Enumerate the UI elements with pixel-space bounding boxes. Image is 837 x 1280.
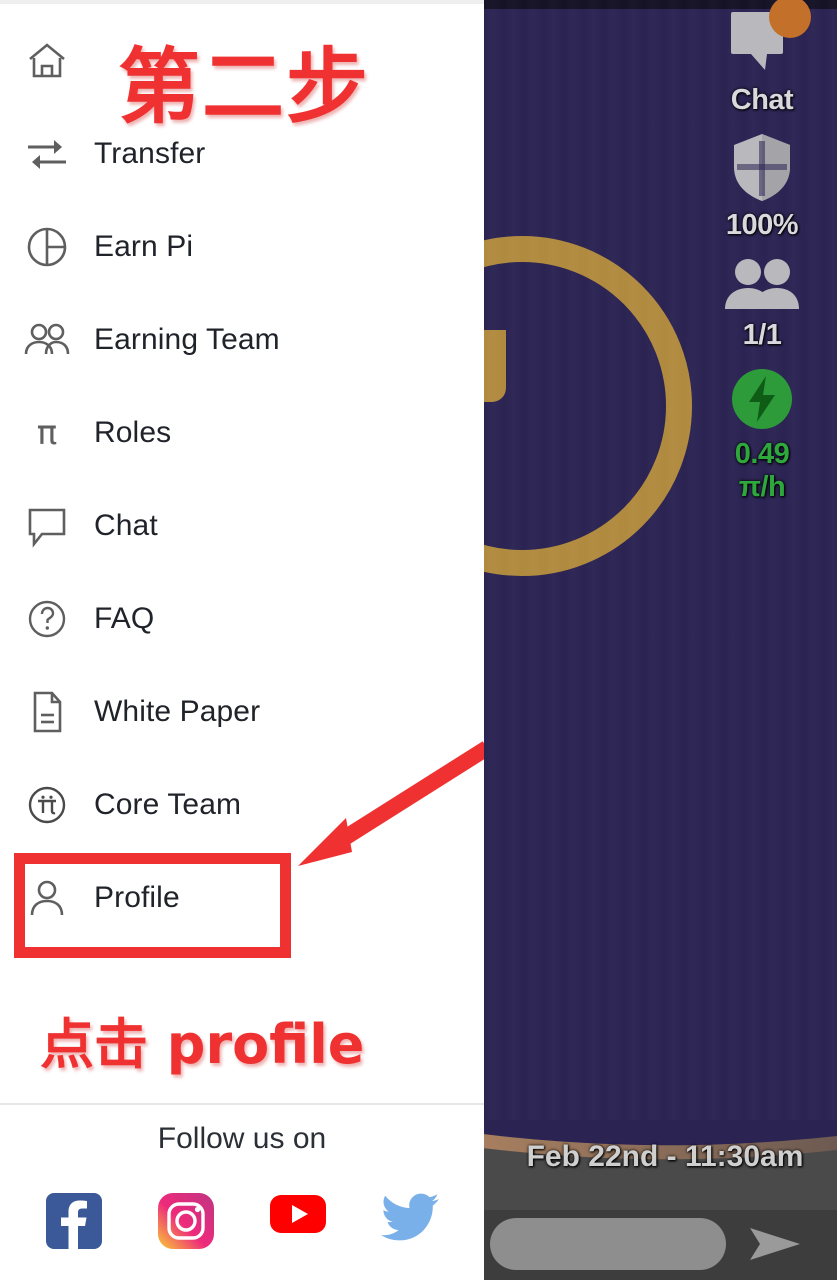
social-links-row: [0, 1192, 484, 1250]
click-profile-annotation: 点击 profile: [40, 1013, 365, 1076]
stat-chat-label: Chat: [730, 84, 794, 116]
step-two-annotation: 第二步: [118, 40, 371, 135]
stat-rate-value: 0.49: [734, 438, 790, 471]
pi-symbol-icon: π: [0, 411, 94, 455]
chat-unread-badge: [769, 0, 811, 38]
transfer-icon: [0, 134, 94, 174]
instagram-icon[interactable]: [157, 1192, 215, 1250]
chat-bubble-icon: [0, 504, 94, 548]
people-icon: [723, 257, 801, 318]
screen-root: Chat 100% 1/1 0.49 π/h Feb 22nd - 11:30a…: [0, 0, 837, 1280]
stat-security[interactable]: 100%: [725, 131, 799, 242]
menu-item-white-paper-label: White Paper: [94, 694, 261, 728]
shield-icon: [728, 131, 796, 208]
menu-item-core-team[interactable]: Core Team: [0, 758, 484, 851]
menu-item-roles[interactable]: π Roles: [0, 386, 484, 479]
stat-rate-unit: π/h: [738, 470, 786, 503]
menu-item-faq-label: FAQ: [94, 601, 155, 635]
stat-team[interactable]: 1/1: [723, 257, 801, 350]
stat-security-label: 100%: [725, 209, 799, 242]
menu-item-white-paper[interactable]: White Paper: [0, 665, 484, 758]
youtube-icon[interactable]: [269, 1192, 327, 1250]
chat-input[interactable]: [490, 1218, 726, 1270]
stats-rail: Chat 100% 1/1 0.49 π/h: [687, 0, 837, 518]
menu-item-earning-team[interactable]: Earning Team: [0, 293, 484, 386]
chat-composer: [484, 1202, 837, 1280]
menu-item-roles-label: Roles: [94, 415, 172, 449]
twitter-icon[interactable]: [381, 1192, 439, 1250]
stat-chat[interactable]: Chat: [725, 0, 811, 116]
menu-item-chat-label: Chat: [94, 508, 158, 542]
stat-team-label: 1/1: [742, 318, 782, 351]
menu-item-chat[interactable]: Chat: [0, 479, 484, 572]
document-icon: [0, 689, 94, 735]
menu-item-earn-pi-label: Earn Pi: [94, 229, 194, 263]
drawer-top-edge: [0, 0, 484, 4]
question-mark-circle-icon: [0, 596, 94, 642]
menu-item-profile-label: Profile: [94, 880, 180, 914]
pi-coin-icon: [0, 782, 94, 828]
pie-chart-icon: [0, 224, 94, 270]
lightning-bolt-icon: [729, 366, 795, 437]
chat-date-stamp: Feb 22nd - 11:30am: [526, 1140, 804, 1173]
menu-item-earning-team-label: Earning Team: [94, 322, 280, 356]
menu-item-transfer-label: Transfer: [94, 136, 206, 170]
people-icon: [0, 321, 94, 359]
chat-bubble-icon: [725, 0, 811, 83]
menu-item-faq[interactable]: FAQ: [0, 572, 484, 665]
navigation-drawer: Home Transfer: [0, 0, 484, 1280]
drawer-menu: Home Transfer: [0, 14, 484, 944]
facebook-icon[interactable]: [45, 1192, 103, 1250]
menu-item-earn-pi[interactable]: Earn Pi: [0, 200, 484, 293]
menu-item-core-team-label: Core Team: [94, 787, 242, 821]
stat-rate[interactable]: 0.49 π/h: [729, 366, 795, 502]
svg-text:π: π: [37, 413, 57, 453]
footer-divider: [0, 1103, 484, 1105]
menu-item-profile[interactable]: Profile: [0, 851, 484, 944]
follow-us-label: Follow us on: [157, 1122, 327, 1155]
send-icon[interactable]: [746, 1224, 804, 1269]
person-icon: [0, 875, 94, 921]
home-icon: [0, 38, 94, 84]
